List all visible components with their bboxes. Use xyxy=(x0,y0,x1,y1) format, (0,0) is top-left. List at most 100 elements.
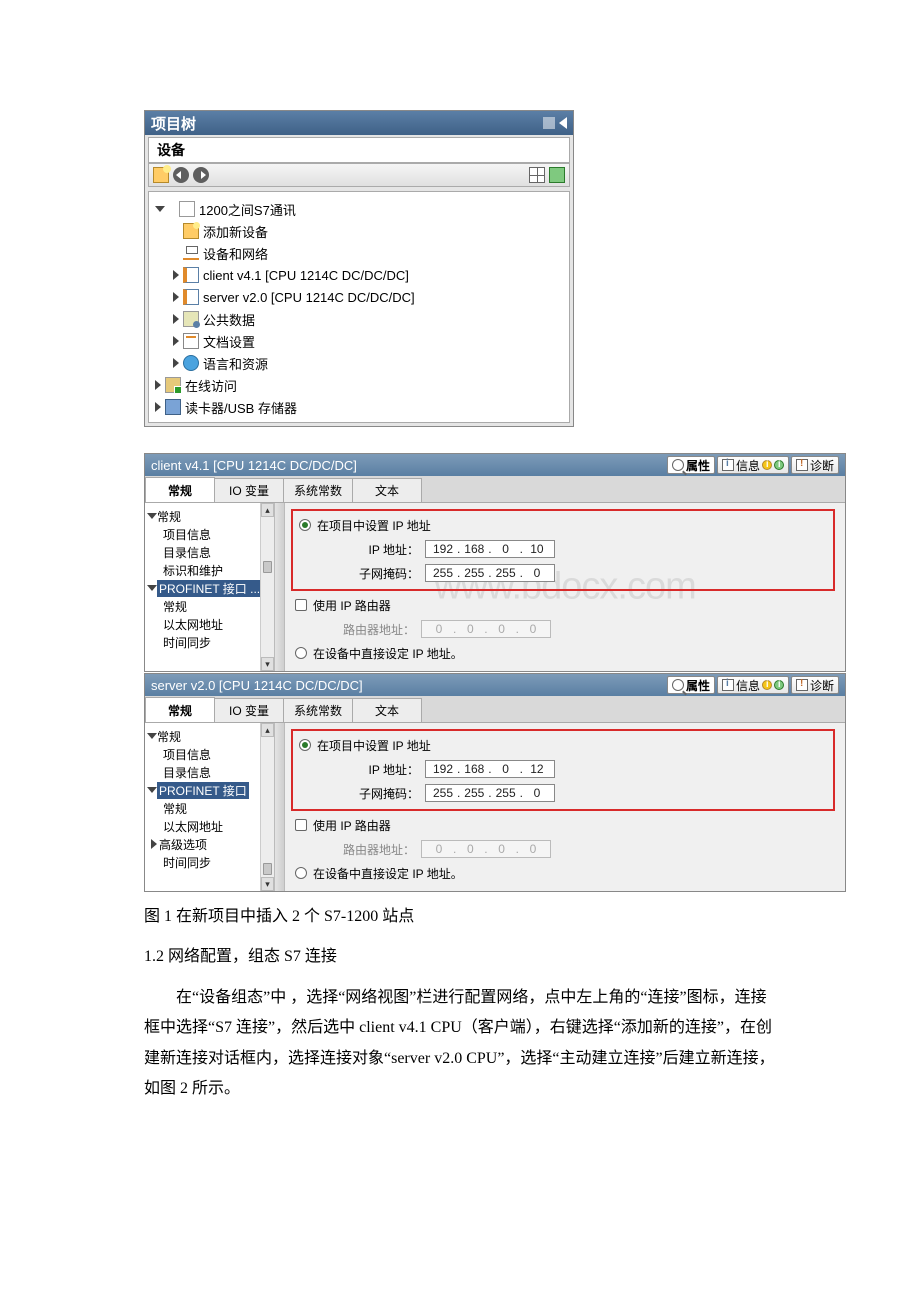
expand-icon[interactable] xyxy=(173,314,179,324)
tree-server-cpu[interactable]: server v2.0 [CPU 1214C DC/DC/DC] xyxy=(149,286,569,308)
nav-dir-info[interactable]: 目录信息 xyxy=(145,543,274,561)
splitter[interactable] xyxy=(275,503,285,671)
scroll-down-icon[interactable]: ▾ xyxy=(261,877,274,891)
nav-scrollbar[interactable]: ▴ ▾ xyxy=(260,503,274,671)
nav-ethernet-addr[interactable]: 以太网地址 xyxy=(145,615,274,633)
expand-icon[interactable] xyxy=(155,380,161,390)
ip-octet[interactable]: 255 xyxy=(461,786,487,800)
tab-iovar[interactable]: IO 变量 xyxy=(214,478,284,502)
subnet-mask-input[interactable]: 255. 255. 255. 0 xyxy=(425,784,555,802)
nav-general[interactable]: 常规 xyxy=(145,507,274,525)
radio-set-in-device[interactable] xyxy=(295,647,307,659)
tree-root[interactable]: 1200之间S7通讯 xyxy=(149,198,569,220)
nav-back-icon[interactable] xyxy=(173,167,189,183)
tab-general[interactable]: 常规 xyxy=(145,477,215,502)
expand-icon[interactable] xyxy=(173,292,179,302)
ip-address-input[interactable]: 192. 168. 0. 10 xyxy=(425,540,555,558)
devices-tab[interactable]: 设备 xyxy=(148,137,570,163)
scroll-down-icon[interactable]: ▾ xyxy=(261,657,274,671)
ip-octet[interactable]: 255 xyxy=(430,566,456,580)
scroll-thumb[interactable] xyxy=(263,561,272,573)
tab-sysconst[interactable]: 系统常数 xyxy=(283,698,353,722)
tree-online-access[interactable]: 在线访问 xyxy=(149,374,569,396)
nav-profinet[interactable]: PROFINET 接口 xyxy=(145,781,274,799)
ip-octet[interactable]: 255 xyxy=(493,786,519,800)
tab-text[interactable]: 文本 xyxy=(352,698,422,722)
expand-icon[interactable] xyxy=(173,270,179,280)
nav-scrollbar[interactable]: ▴ ▾ xyxy=(260,723,274,891)
radio-set-in-project[interactable] xyxy=(299,739,311,751)
ip-octet[interactable]: 10 xyxy=(524,542,550,556)
nav-ethernet-addr[interactable]: 以太网地址 xyxy=(145,817,274,835)
collapse-panel-icon[interactable] xyxy=(559,117,567,129)
ip-octet[interactable]: 168 xyxy=(461,542,487,556)
info-tab-button[interactable]: 信息 xyxy=(717,676,789,694)
ip-octet[interactable]: 168 xyxy=(461,762,487,776)
properties-tab-button[interactable]: 属性 xyxy=(667,676,715,694)
scroll-thumb[interactable] xyxy=(263,863,272,875)
tree-common-data[interactable]: 公共数据 xyxy=(149,308,569,330)
nav-time-sync[interactable]: 时间同步 xyxy=(145,853,274,871)
nav-general[interactable]: 常规 xyxy=(145,727,274,745)
ip-octet[interactable]: 255 xyxy=(430,786,456,800)
tree-add-device[interactable]: 添加新设备 xyxy=(149,220,569,242)
nav-label: 常规 xyxy=(163,598,187,615)
expand-icon[interactable] xyxy=(151,839,157,849)
new-icon[interactable] xyxy=(153,167,169,183)
ip-octet[interactable]: 0 xyxy=(524,786,550,800)
tab-general[interactable]: 常规 xyxy=(145,697,215,722)
diagnostics-icon xyxy=(796,459,808,471)
ip-octet: 0 xyxy=(489,842,515,856)
nav-adv-options[interactable]: 高级选项 xyxy=(145,835,274,853)
expand-icon[interactable] xyxy=(147,787,157,793)
ip-octet[interactable]: 192 xyxy=(430,762,456,776)
nav-time-sync[interactable]: 时间同步 xyxy=(145,633,274,651)
expand-icon[interactable] xyxy=(147,585,157,591)
tree-card-reader[interactable]: 读卡器/USB 存储器 xyxy=(149,396,569,418)
overview-icon[interactable] xyxy=(549,167,565,183)
collapse-column-icon[interactable] xyxy=(543,117,555,129)
expand-icon[interactable] xyxy=(173,336,179,346)
splitter[interactable] xyxy=(275,723,285,891)
nav-profinet-general[interactable]: 常规 xyxy=(145,799,274,817)
tab-text[interactable]: 文本 xyxy=(352,478,422,502)
nav-profinet[interactable]: PROFINET 接口 ... xyxy=(145,579,274,597)
expand-icon[interactable] xyxy=(147,733,157,739)
scroll-up-icon[interactable]: ▴ xyxy=(261,503,274,517)
ip-octet[interactable]: 255 xyxy=(493,566,519,580)
tree-lang-resources[interactable]: 语言和资源 xyxy=(149,352,569,374)
nav-proj-info[interactable]: 项目信息 xyxy=(145,525,274,543)
radio-set-in-device[interactable] xyxy=(295,867,307,879)
nav-forward-icon[interactable] xyxy=(193,167,209,183)
checkbox-use-router[interactable] xyxy=(295,599,307,611)
ip-octet[interactable]: 12 xyxy=(524,762,550,776)
expand-icon[interactable] xyxy=(147,513,157,519)
properties-tab-button[interactable]: 属性 xyxy=(667,456,715,474)
ip-octet[interactable]: 0 xyxy=(524,566,550,580)
tree-doc-settings[interactable]: 文档设置 xyxy=(149,330,569,352)
grid-view-icon[interactable] xyxy=(529,167,545,183)
nav-profinet-general[interactable]: 常规 xyxy=(145,597,274,615)
ip-octet[interactable]: 0 xyxy=(493,542,519,556)
diagnostics-tab-button[interactable]: 诊断 xyxy=(791,676,839,694)
nav-dir-info[interactable]: 目录信息 xyxy=(145,763,274,781)
tree-client-cpu[interactable]: client v4.1 [CPU 1214C DC/DC/DC] xyxy=(149,264,569,286)
expand-icon[interactable] xyxy=(155,402,161,412)
subnet-mask-input[interactable]: 255. 255. 255. 0 xyxy=(425,564,555,582)
tab-sysconst[interactable]: 系统常数 xyxy=(283,478,353,502)
ip-octet[interactable]: 255 xyxy=(461,566,487,580)
nav-proj-info[interactable]: 项目信息 xyxy=(145,745,274,763)
nav-id-maint[interactable]: 标识和维护 xyxy=(145,561,274,579)
tree-devices-networks[interactable]: 设备和网络 xyxy=(149,242,569,264)
ip-octet[interactable]: 0 xyxy=(493,762,519,776)
ip-address-input[interactable]: 192. 168. 0. 12 xyxy=(425,760,555,778)
radio-set-in-project[interactable] xyxy=(299,519,311,531)
expand-icon[interactable] xyxy=(155,206,165,212)
tab-iovar[interactable]: IO 变量 xyxy=(214,698,284,722)
info-tab-button[interactable]: 信息 xyxy=(717,456,789,474)
diagnostics-tab-button[interactable]: 诊断 xyxy=(791,456,839,474)
expand-icon[interactable] xyxy=(173,358,179,368)
checkbox-use-router[interactable] xyxy=(295,819,307,831)
ip-octet[interactable]: 192 xyxy=(430,542,456,556)
scroll-up-icon[interactable]: ▴ xyxy=(261,723,274,737)
